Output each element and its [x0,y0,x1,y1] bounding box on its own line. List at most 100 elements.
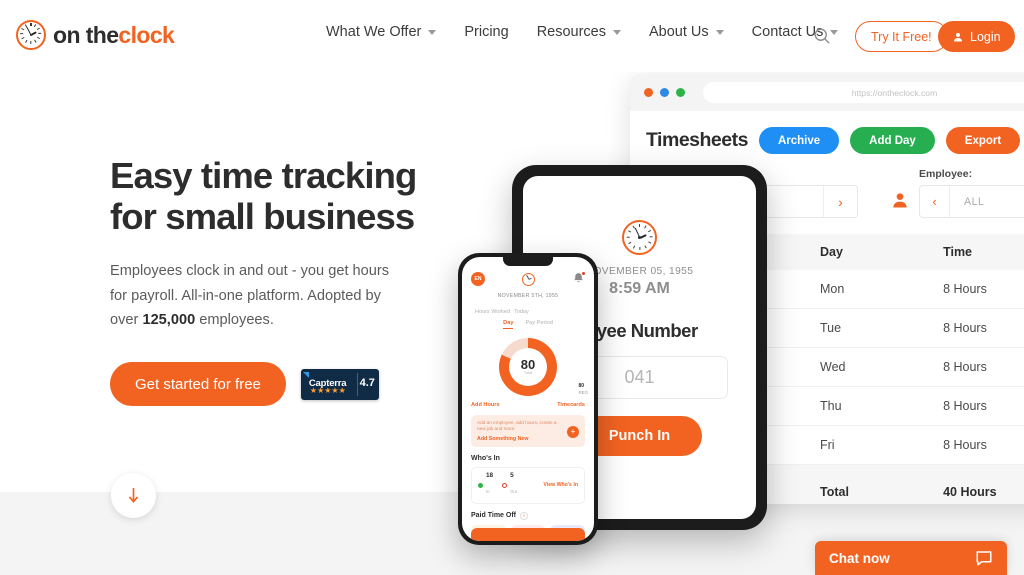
cell-time: 8 Hours [918,308,1022,348]
cell-time: 8 Hours [918,425,1022,465]
nav-item-resources[interactable]: Resources [523,24,635,40]
chevron-right-icon[interactable]: › [520,511,528,520]
hours-worked-text: Hours Worked [475,309,511,315]
login-button[interactable]: Login [938,21,1015,52]
login-label: Login [970,29,1001,44]
logo[interactable]: on theclock [16,20,175,50]
legend-label: REG [578,390,588,395]
whos-in-heading: Who's In [471,455,585,462]
chevron-right-icon[interactable]: › [823,186,857,217]
chevron-left-icon[interactable]: ‹ [920,186,950,217]
total-value: 40 Hours [918,464,1022,504]
add-something-new-link[interactable]: Add Something New [477,436,579,442]
phone-screen: EN NOVEMBER 5TH, 1955 Hours Worked Today … [462,257,594,541]
hero-section: Easy time tracking for small business Em… [110,155,450,407]
cell-time: 8 Hours [918,270,1022,309]
stat-out-nums: 5 Out [510,472,517,497]
notification-badge [581,271,586,276]
nav-label: Resources [536,24,606,40]
employee-select-wrap: Employee: ‹ ALL [919,168,1024,218]
avatar[interactable]: EN [471,272,485,286]
chat-now-label: Chat now [829,550,890,566]
hero-paragraph: Employees clock in and out - you get hou… [110,259,410,332]
nav-label: About Us [649,24,709,40]
chat-now-widget[interactable]: Chat now [815,541,1007,575]
employee-filter: Employee: ‹ ALL [890,168,1024,218]
search-button[interactable] [812,26,834,48]
traffic-light-yellow [660,88,669,97]
clock-icon [522,272,535,286]
logo-text-dark: on the [53,21,119,48]
donut-center: 80 Total [521,358,535,375]
timecards-link[interactable]: Timecards [557,402,585,408]
add-hours-link[interactable]: Add Hours [471,402,500,408]
add-day-button[interactable]: Add Day [850,127,935,154]
hero-title-line2: for small business [110,196,415,238]
nav-item-about-us[interactable]: About Us [635,24,738,40]
phone-mockup: EN NOVEMBER 5TH, 1955 Hours Worked Today … [458,253,598,545]
scroll-down-button[interactable] [111,473,156,518]
hero-paragraph-b: employees. [195,311,274,328]
capterra-badge[interactable]: Capterra ★★★★★ 4.7 [300,368,379,400]
capterra-score: 4.7 [359,376,375,389]
view-whos-in-link[interactable]: View Who's In [543,482,578,488]
cell-time: 8 Hours [918,347,1022,387]
phone-notch [503,257,553,266]
traffic-light-red [644,88,653,97]
tab-day[interactable]: Day [503,320,514,329]
phone-date: NOVEMBER 5TH, 1955 [497,293,559,299]
column-header-time: Time [918,234,1022,270]
donut-legend: 80 REG [578,383,588,396]
arrow-down-icon [128,488,139,503]
top-navigation: on theclock What We Offer Pricing Resour… [0,0,1024,72]
clock-icon [622,220,657,255]
tab-pay-period[interactable]: Pay Period [525,320,552,329]
get-started-button[interactable]: Get started for free [110,362,286,407]
chat-bubble-icon [976,551,992,566]
employee-value: ALL [964,195,985,208]
archive-button[interactable]: Archive [758,127,840,154]
nav-item-contact-us[interactable]: Contact Us [738,24,853,40]
capterra-divider [356,372,358,396]
promo-card: Add an employee, add hours, create a new… [471,414,585,448]
employee-label: Employee: [919,168,973,180]
chevron-down-icon [715,29,724,35]
timesheets-header: Timesheets Archive Add Day Export [630,111,1024,154]
hero-cta-row: Get started for free Capterra ★★★★★ 4.7 [110,362,450,407]
nav-label: Pricing [464,24,509,40]
traffic-light-green [676,88,685,97]
clock-logo-icon [16,20,46,50]
user-icon [954,32,962,41]
chevron-down-icon [428,29,437,35]
timesheets-title: Timesheets [646,129,748,151]
stat-out: 5 Out [502,472,517,497]
stat-in-label: In [486,488,490,494]
cell-time: 8 Hours [918,386,1022,426]
stat-in-value: 18 [486,472,494,480]
address-bar[interactable]: https://ontheclock.com [703,82,1024,103]
whos-in-card: 18 In 5 Out View Who's In [471,467,585,504]
nav-links: What We Offer Pricing Resources About Us… [312,24,852,40]
nav-item-pricing[interactable]: Pricing [450,24,522,40]
search-icon [814,28,830,44]
stat-out-value: 5 [510,472,514,480]
status-dot-out [502,482,508,488]
pto-heading: Paid Time Off › [471,511,585,520]
employee-field[interactable]: ‹ ALL [919,185,1024,218]
page-title: Easy time tracking for small business [110,155,450,237]
tablet-time: 8:59 AM [609,280,670,297]
phone-tabs: Day Pay Period [471,320,585,329]
hero-employee-count: 125,000 [142,311,196,328]
try-it-free-button[interactable]: Try It Free! [855,21,948,52]
export-button[interactable]: Export [945,127,1021,154]
bell-icon[interactable] [572,271,586,286]
user-icon [893,193,907,208]
whos-in-label: Who's In [471,455,500,463]
hero-title-line1: Easy time tracking [110,155,417,196]
plus-icon[interactable]: + [567,425,579,438]
hours-worked-label: Hours Worked Today [471,305,585,315]
tablet-date: NOVEMBER 05, 1955 [585,266,694,277]
nav-item-what-we-offer[interactable]: What We Offer [312,24,450,40]
chevron-down-icon [613,29,621,35]
promo-text: Add an employee, add hours, create a new… [477,419,557,432]
